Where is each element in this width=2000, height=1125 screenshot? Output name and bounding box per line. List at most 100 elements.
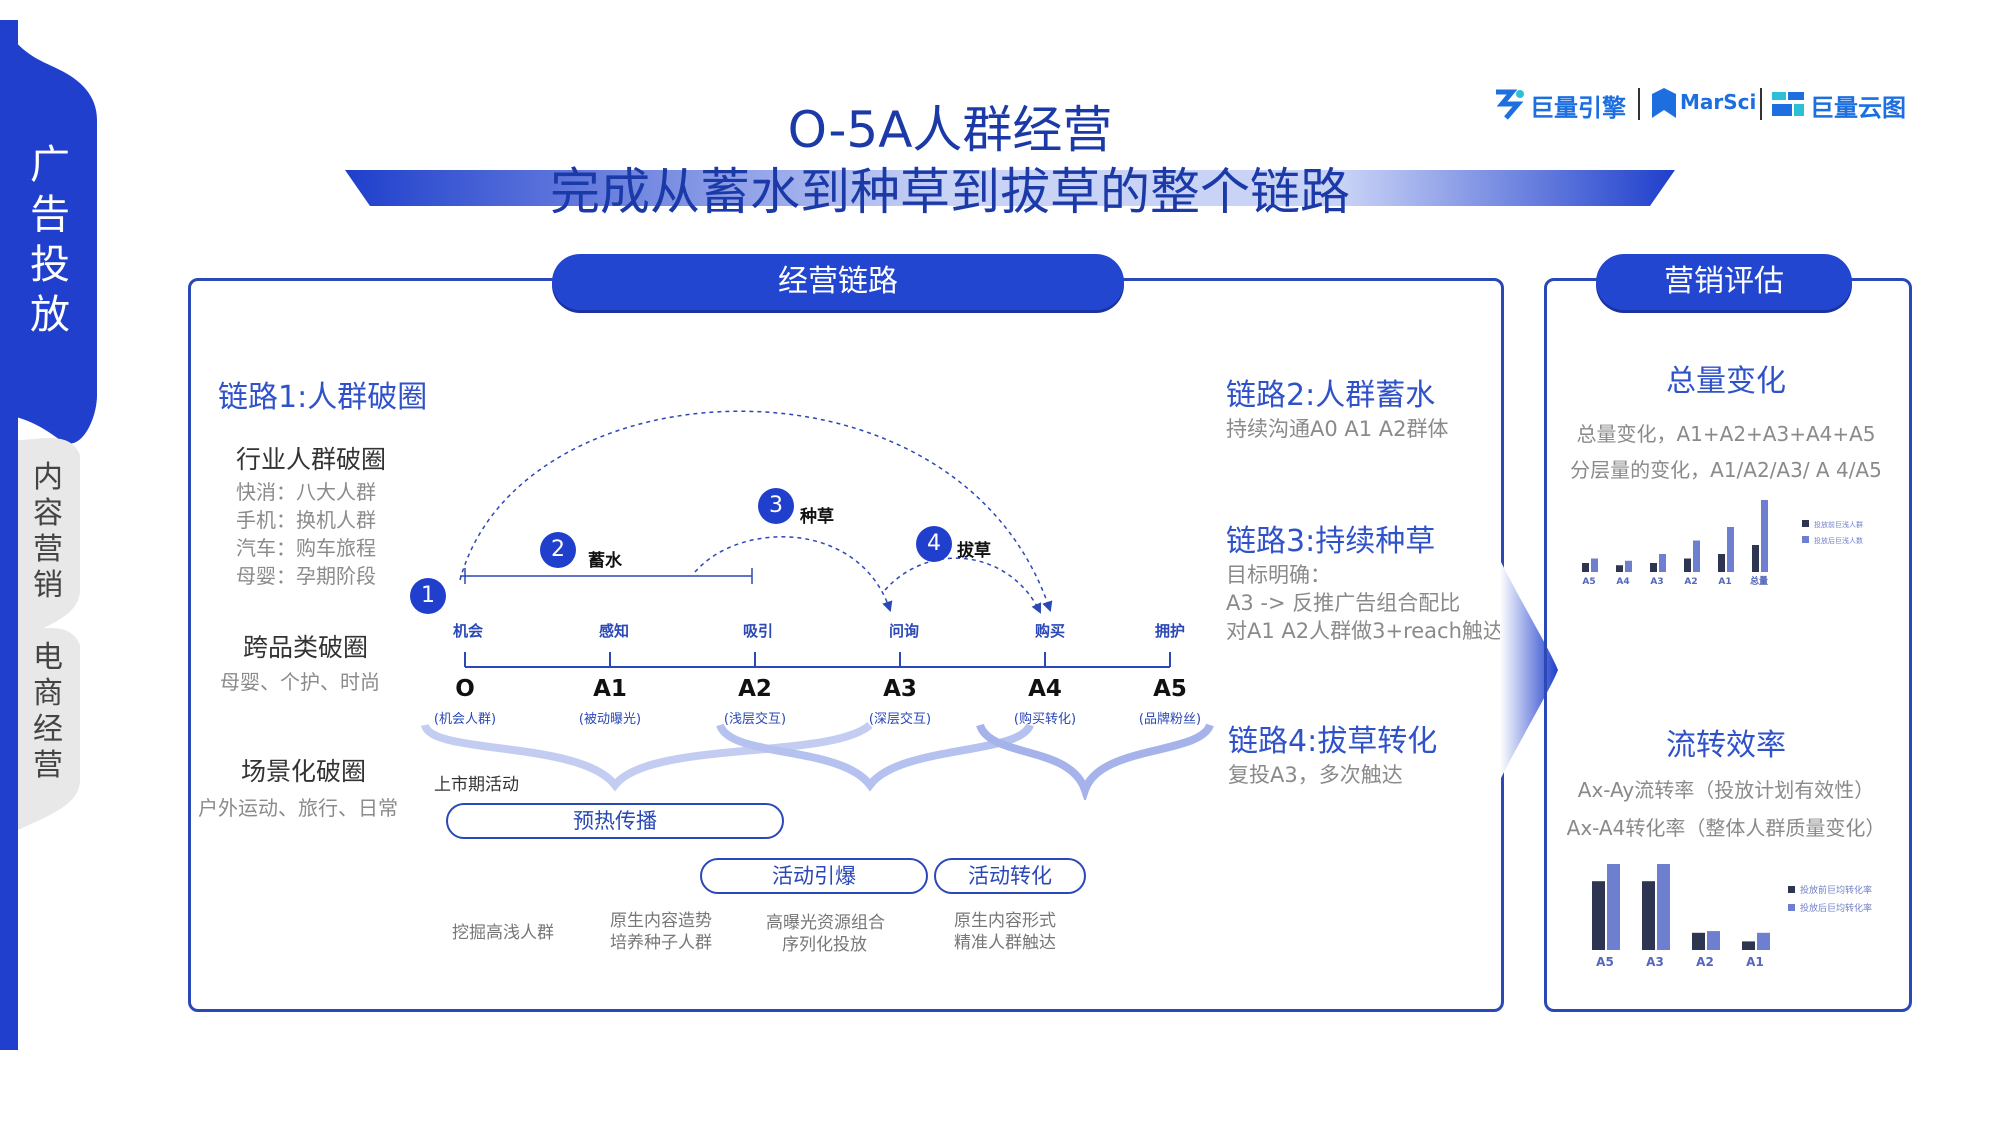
chain3-desc-line: 目标明确： bbox=[1226, 563, 1331, 587]
bar bbox=[1642, 881, 1655, 950]
x-tick-label: A4 bbox=[1616, 577, 1629, 587]
stage-desc: (品牌粉丝) bbox=[1138, 712, 1202, 727]
total-change-line: 分层量的变化，A1/A2/A3/ A 4/A5 bbox=[1570, 458, 1882, 482]
step-circle: 1 bbox=[410, 578, 446, 614]
industry-item: 汽车：购车旅程 bbox=[236, 536, 376, 560]
stage-code: O bbox=[455, 676, 475, 702]
step-circle: 2 bbox=[540, 532, 576, 568]
bar bbox=[1657, 864, 1670, 950]
yuntu-logo-icon bbox=[1772, 92, 1804, 116]
bar bbox=[1707, 931, 1720, 950]
scene-title: 场景化破圈 bbox=[241, 757, 367, 786]
logo-divider bbox=[1638, 88, 1640, 120]
total-change-title: 总量变化 bbox=[1666, 364, 1786, 399]
logo-divider bbox=[1760, 88, 1762, 120]
bar bbox=[1752, 545, 1759, 572]
logo-ocean-engine: 巨量引擎 bbox=[1530, 94, 1626, 122]
step-label: 种草 bbox=[800, 507, 834, 527]
bar bbox=[1757, 932, 1770, 950]
stage-name: 问询 bbox=[888, 622, 919, 640]
stage-name: 机会 bbox=[452, 622, 483, 640]
flow-efficiency-line: Ax-A4转化率（整体人群质量变化） bbox=[1566, 816, 1886, 840]
logo-yuntu: 巨量云图 bbox=[1810, 94, 1906, 122]
industry-title: 行业人群破圈 bbox=[236, 445, 387, 474]
cross-title: 跨品类破圈 bbox=[243, 633, 369, 662]
bar bbox=[1591, 558, 1598, 572]
legend-label: 投放后巨均转化率 bbox=[1800, 902, 1872, 914]
main-panel-title: 经营链路 bbox=[552, 254, 1124, 310]
bar bbox=[1693, 540, 1700, 572]
chain4-desc: 复投A3，多次触达 bbox=[1228, 763, 1403, 787]
ocean-engine-logo-icon bbox=[1496, 89, 1524, 120]
total-change-chart: A5 A4 A3 A2 A1 总量 投放前巨浅人群投放后巨浅人数 bbox=[1582, 500, 1863, 587]
phase-note: 高曝光资源组合 bbox=[766, 913, 885, 933]
step-circle: 4 bbox=[916, 526, 952, 562]
x-tick-label: A2 bbox=[1684, 577, 1697, 587]
o5a-flow-diagram bbox=[421, 410, 1214, 800]
bar bbox=[1727, 527, 1734, 572]
tab-content-marketing[interactable]: 内容营销 bbox=[26, 460, 70, 604]
flow-efficiency-line: Ax-Ay流转率（投放计划有效性） bbox=[1577, 778, 1875, 802]
x-tick-label: A3 bbox=[1646, 955, 1664, 969]
bar bbox=[1684, 558, 1691, 572]
x-tick-label: A1 bbox=[1718, 577, 1731, 587]
chain4-title: 链路4:拔草转化 bbox=[1228, 724, 1438, 759]
legend-swatch bbox=[1802, 536, 1809, 543]
stage-desc: (深层交互) bbox=[868, 712, 932, 727]
marsci-logo-icon bbox=[1652, 88, 1676, 118]
industry-item: 母婴：孕期阶段 bbox=[236, 564, 376, 588]
stage-desc: (浅层交互) bbox=[723, 712, 787, 727]
bar bbox=[1692, 932, 1705, 950]
x-tick-label: A5 bbox=[1596, 955, 1614, 969]
legend-swatch bbox=[1802, 520, 1809, 527]
chain3-desc-line: 对A1 A2人群做3+reach触达 bbox=[1226, 619, 1504, 643]
stage-code: A2 bbox=[738, 676, 772, 702]
flow-efficiency-chart: A5 A3 A2 A1 投放前巨均转化率投放后巨均转化率 bbox=[1592, 864, 1872, 969]
bar bbox=[1742, 941, 1755, 950]
stage-desc: (购买转化) bbox=[1013, 712, 1077, 727]
phase-preheat: 预热传播 bbox=[446, 803, 784, 839]
eval-panel-title: 营销评估 bbox=[1596, 254, 1852, 310]
scene-desc: 户外运动、旅行、日常 bbox=[198, 796, 398, 820]
total-change-line: 总量变化，A1+A2+A3+A4+A5 bbox=[1576, 422, 1876, 446]
x-tick-label: 总量 bbox=[1750, 575, 1768, 587]
phase-note: 精准人群触达 bbox=[954, 933, 1056, 953]
stage-name: 拥护 bbox=[1154, 622, 1185, 640]
phase-note: 序列化投放 bbox=[782, 935, 867, 955]
bar bbox=[1761, 500, 1768, 572]
x-tick-label: A3 bbox=[1650, 577, 1663, 587]
bar bbox=[1625, 560, 1632, 572]
phase-note: 挖掘高浅人群 bbox=[452, 923, 554, 943]
bar bbox=[1592, 881, 1605, 950]
step-label: 拔草 bbox=[957, 541, 991, 561]
x-tick-label: A1 bbox=[1746, 955, 1764, 969]
industry-item: 快消：八大人群 bbox=[236, 480, 376, 504]
stage-desc: (被动曝光) bbox=[578, 712, 642, 727]
chain3-desc-line: A3 -> 反推广告组合配比 bbox=[1226, 591, 1461, 615]
stage-code: A3 bbox=[883, 676, 917, 702]
legend-label: 投放后巨浅人数 bbox=[1814, 536, 1863, 545]
chain1-title: 链路1:人群破圈 bbox=[218, 380, 428, 415]
bar bbox=[1659, 554, 1666, 572]
legend-swatch bbox=[1788, 904, 1795, 911]
bar bbox=[1718, 554, 1725, 572]
stage-name: 感知 bbox=[598, 622, 629, 640]
stage-code: A4 bbox=[1028, 676, 1062, 702]
cross-desc: 母婴、个护、时尚 bbox=[220, 670, 380, 694]
step-label: 蓄水 bbox=[588, 551, 622, 571]
legend-label: 投放前巨浅人群 bbox=[1814, 520, 1863, 529]
phase-note: 原生内容形式 bbox=[954, 911, 1056, 931]
x-tick-label: A5 bbox=[1582, 577, 1595, 587]
chain3-title: 链路3:持续种草 bbox=[1226, 524, 1436, 559]
tab-ecommerce[interactable]: 电商经营 bbox=[26, 640, 70, 784]
bar bbox=[1607, 864, 1620, 950]
phase-convert: 活动转化 bbox=[934, 858, 1086, 894]
stage-name: 吸引 bbox=[742, 622, 773, 640]
x-tick-label: A2 bbox=[1696, 955, 1714, 969]
flow-efficiency-title: 流转效率 bbox=[1666, 728, 1786, 763]
stage-name: 购买 bbox=[1034, 622, 1065, 640]
page-subtitle: 完成从蓄水到种草到拔草的整个链路 bbox=[550, 163, 1350, 221]
chain2-title: 链路2:人群蓄水 bbox=[1226, 378, 1436, 413]
phase-note: 原生内容造势 bbox=[610, 911, 712, 931]
bar bbox=[1650, 563, 1657, 572]
